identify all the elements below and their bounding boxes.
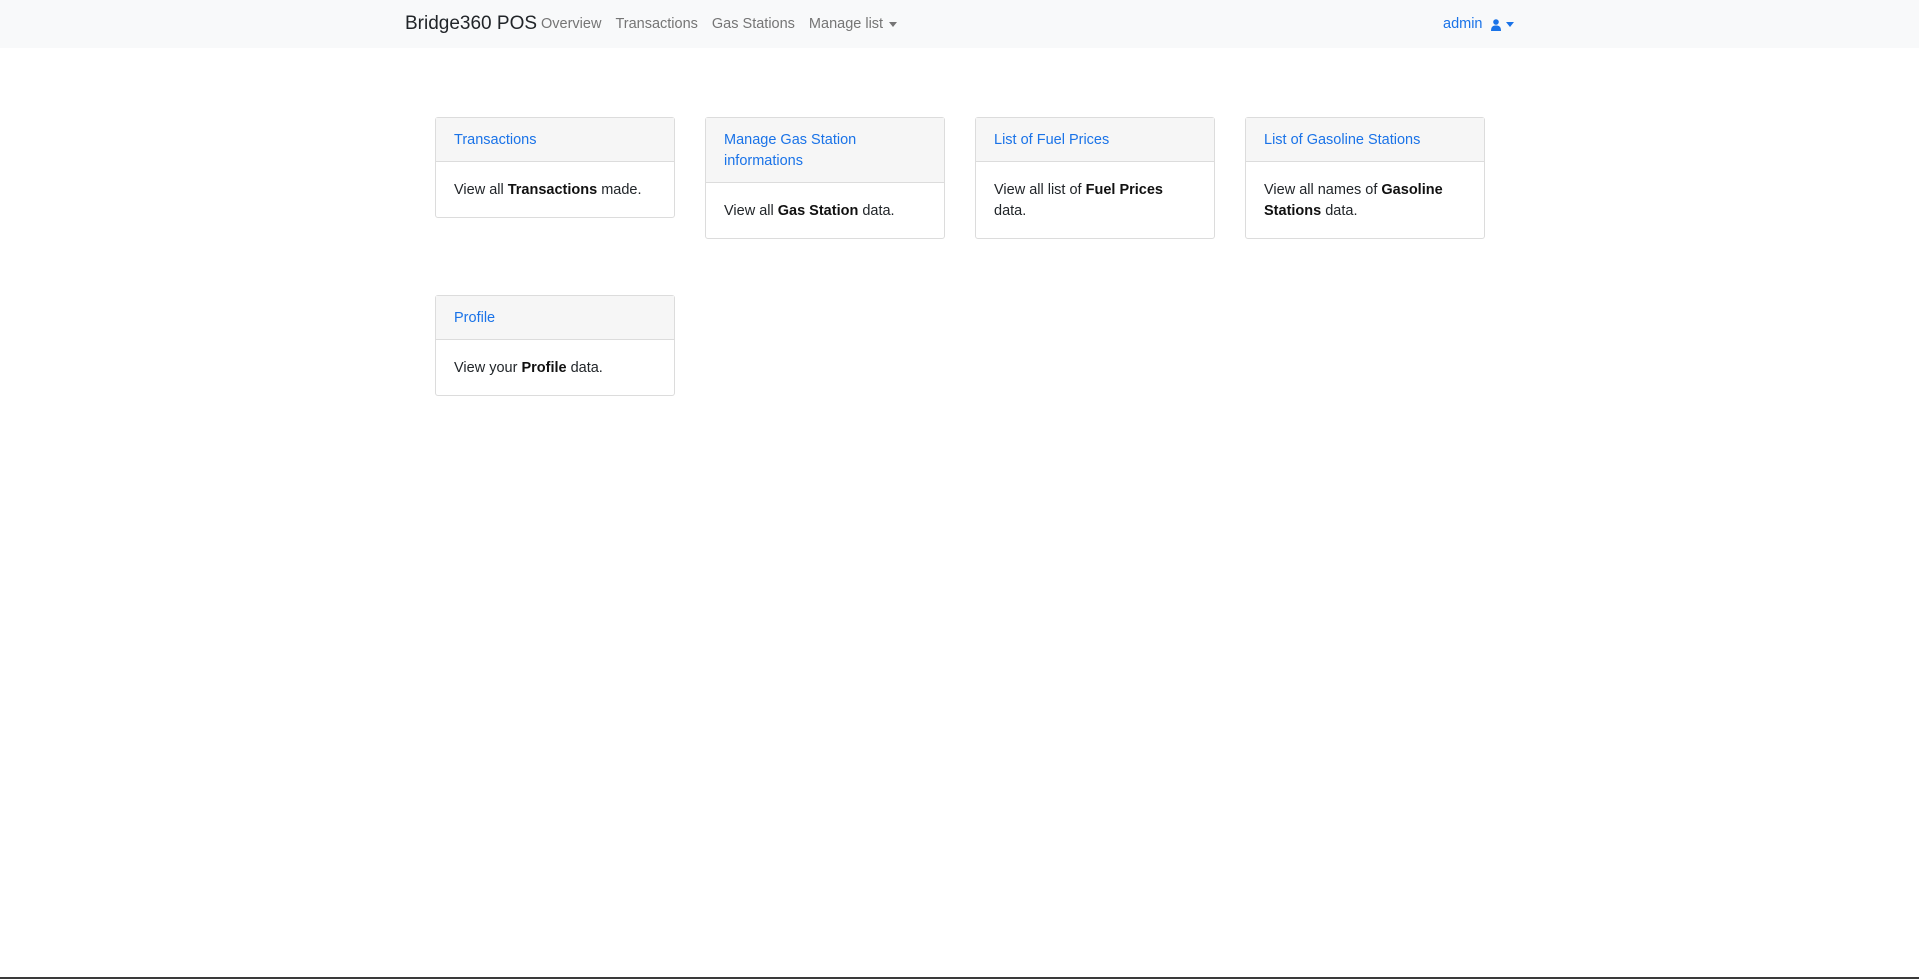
card-header: Manage Gas Station informations	[706, 118, 944, 183]
card-manage-gas-station: Manage Gas Station informations View all…	[705, 117, 945, 239]
card-body-bold: Transactions	[507, 182, 598, 198]
nav-links: Overview Transactions Gas Stations Manag…	[541, 15, 911, 33]
card-gasoline-stations: List of Gasoline Stations View all names…	[1245, 117, 1485, 239]
card-header: List of Gasoline Stations	[1246, 118, 1484, 162]
user-menu-dropdown[interactable]: admin	[1443, 15, 1514, 33]
card-fuel-prices: List of Fuel Prices View all list of Fue…	[975, 117, 1215, 239]
card-body: View your Profile data.	[436, 340, 674, 395]
card-body-text: data.	[566, 360, 603, 376]
card-link-gasoline-stations[interactable]: List of Gasoline Stations	[1264, 132, 1420, 148]
nav-link-transactions[interactable]: Transactions	[615, 15, 697, 33]
card-body-text: made.	[597, 182, 642, 198]
card-body-bold: Gas Station	[777, 203, 859, 219]
card-link-fuel-prices[interactable]: List of Fuel Prices	[994, 132, 1109, 148]
card-body-text: View all names of	[1264, 182, 1382, 198]
card-profile: Profile View your Profile data.	[435, 295, 675, 396]
card-body-text: View all	[724, 203, 778, 219]
nav-link-overview[interactable]: Overview	[541, 15, 601, 33]
card-header: Transactions	[436, 118, 674, 162]
card-body-text: View all	[454, 182, 508, 198]
card-body-text: data.	[1321, 203, 1358, 219]
caret-down-icon	[889, 22, 898, 27]
nav-link-gas-stations[interactable]: Gas Stations	[712, 15, 795, 33]
brand-link[interactable]: Bridge360 POS	[405, 12, 537, 36]
card-header: List of Fuel Prices	[976, 118, 1214, 162]
card-body-bold: Fuel Prices	[1085, 182, 1163, 198]
caret-down-icon	[1505, 22, 1514, 27]
card-body: View all list of Fuel Prices data.	[976, 162, 1214, 238]
nav-dropdown-manage-list-label: Manage list	[808, 16, 884, 32]
card-transactions: Transactions View all Transactions made.	[435, 117, 675, 218]
card-body-text: View your	[454, 360, 522, 376]
top-navbar: Bridge360 POS Overview Transactions Gas …	[0, 0, 1919, 48]
card-body: View all names of Gasoline Stations data…	[1246, 162, 1484, 238]
card-link-manage-gas-station[interactable]: Manage Gas Station informations	[724, 132, 856, 169]
user-icon	[1490, 18, 1501, 31]
card-link-transactions[interactable]: Transactions	[454, 132, 536, 148]
card-link-profile[interactable]: Profile	[454, 310, 495, 326]
card-body-bold: Profile	[521, 360, 567, 376]
card-body-text: data.	[994, 203, 1027, 219]
card-header: Profile	[436, 296, 674, 340]
card-body-text: View all list of	[994, 182, 1086, 198]
card-body-text: data.	[858, 203, 895, 219]
card-body: View all Gas Station data.	[706, 183, 944, 238]
user-name: admin	[1443, 16, 1483, 32]
nav-dropdown-manage-list[interactable]: Manage list	[808, 15, 898, 33]
card-body: View all Transactions made.	[436, 162, 674, 217]
